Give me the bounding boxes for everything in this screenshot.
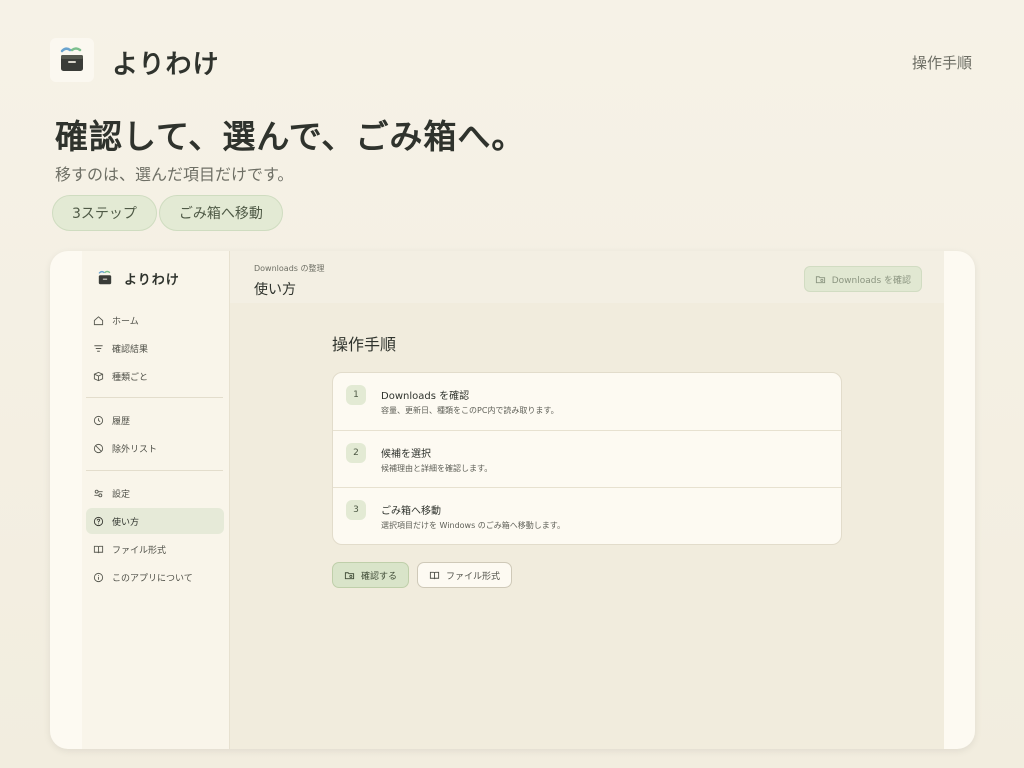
sidebar-item-label: 確認結果 (112, 344, 149, 355)
step-title: Downloads を確認 (381, 391, 470, 402)
breadcrumb: Downloads の整理 (254, 264, 325, 273)
sidebar-group-main: ホーム 確認結果 種類ごと (86, 307, 224, 391)
confirm-button-label: 確認する (361, 571, 398, 582)
history-icon (93, 415, 104, 425)
sidebar-brand-name: よりわけ (124, 272, 180, 288)
sidebar-group-history: 履歴 除外リスト (86, 407, 224, 463)
check-downloads-label: Downloads を確認 (831, 275, 911, 286)
settings-icon (94, 489, 103, 497)
sidebar-item-label: 履歴 (112, 416, 131, 427)
nav-link-steps[interactable]: 操作手順 (912, 52, 972, 73)
ban-icon (93, 443, 104, 453)
sidebar-item-about[interactable]: このアプリについて (86, 564, 224, 590)
sidebar-item-label: 設定 (112, 489, 131, 500)
sidebar-item-home[interactable]: ホーム (86, 307, 224, 333)
sidebar: よりわけ ホーム 確認結果 種類ごと 履歴 除外リスト 設定 使い方 ファイル形… (82, 251, 230, 749)
sidebar-item-usage[interactable]: 使い方 (86, 508, 224, 534)
step-description: 選択項目だけを Windows のごみ箱へ移動します。 (381, 521, 565, 530)
step-description: 容量、更新日、種類をこのPC内で読み取ります。 (381, 406, 559, 415)
sidebar-item-label: 除外リスト (112, 444, 158, 455)
filter-icon (94, 344, 103, 352)
hero-title: 確認して、選んで、ごみ箱へ。 (55, 117, 526, 156)
folder-logo-icon (60, 47, 83, 71)
action-buttons: 確認する ファイル形式 (332, 562, 513, 588)
step-title: ごみ箱へ移動 (381, 506, 441, 517)
sidebar-item-label: 使い方 (112, 517, 140, 528)
box-icon (93, 371, 104, 381)
pill-three-steps: 3ステップ (52, 195, 157, 231)
file-types-button-label: ファイル形式 (446, 571, 501, 582)
book-icon (429, 571, 440, 579)
step-number: 2 (346, 442, 366, 463)
feature-pills: 3ステップ ごみ箱へ移動 (52, 195, 283, 231)
brand-name: よりわけ (112, 50, 220, 80)
step-item: 1 Downloads を確認 容量、更新日、種類をこのPC内で読み取ります。 (333, 373, 841, 431)
book-icon (93, 545, 104, 553)
sidebar-divider (86, 397, 223, 398)
pill-move-to-trash: ごみ箱へ移動 (158, 195, 283, 231)
sidebar-item-label: 種類ごと (112, 372, 149, 383)
sidebar-item-label: ファイル形式 (112, 545, 167, 556)
hero-subtitle: 移すのは、選んだ項目だけです。 (55, 165, 294, 184)
help-icon (93, 516, 104, 526)
sidebar-item-label: ホーム (112, 316, 139, 327)
check-downloads-button[interactable]: Downloads を確認 (803, 266, 922, 292)
section-title: 操作手順 (332, 335, 397, 354)
sidebar-group-settings: 設定 使い方 ファイル形式 このアプリについて (86, 480, 224, 592)
step-item: 2 候補を選択 候補理由と詳細を確認します。 (333, 431, 841, 488)
sidebar-brand: よりわけ (96, 269, 180, 288)
step-description: 候補理由と詳細を確認します。 (381, 463, 493, 473)
sidebar-item-by-type[interactable]: 種類ごと (86, 363, 224, 389)
home-icon (93, 315, 104, 325)
step-number: 1 (346, 385, 366, 405)
sidebar-item-label: このアプリについて (112, 573, 193, 584)
sidebar-item-exclusions[interactable]: 除外リスト (86, 435, 224, 461)
app-inner: よりわけ ホーム 確認結果 種類ごと 履歴 除外リスト 設定 使い方 ファイル形… (82, 251, 944, 749)
step-item: 3 ごみ箱へ移動 選択項目だけを Windows のごみ箱へ移動します。 (333, 488, 841, 544)
site-header: よりわけ 操作手順 (50, 38, 972, 82)
sidebar-divider (86, 470, 223, 471)
step-title: 候補を選択 (381, 448, 431, 460)
info-icon (93, 572, 104, 582)
sidebar-item-file-types[interactable]: ファイル形式 (86, 536, 224, 562)
confirm-button[interactable]: 確認する (332, 562, 410, 588)
page-title: 使い方 (254, 282, 296, 298)
step-number: 3 (346, 500, 366, 520)
app-logo (50, 38, 94, 82)
folder-search-icon (815, 275, 825, 283)
folder-logo-icon (98, 270, 112, 285)
file-types-button[interactable]: ファイル形式 (417, 562, 513, 588)
sidebar-item-settings[interactable]: 設定 (86, 480, 224, 506)
steps-card: 1 Downloads を確認 容量、更新日、種類をこのPC内で読み取ります。 … (332, 372, 842, 545)
main-header: Downloads の整理 使い方 Downloads を確認 (230, 251, 944, 303)
sidebar-item-results[interactable]: 確認結果 (86, 335, 224, 361)
folder-search-icon (344, 571, 355, 579)
sidebar-item-history[interactable]: 履歴 (86, 407, 224, 433)
app-window: よりわけ ホーム 確認結果 種類ごと 履歴 除外リスト 設定 使い方 ファイル形… (50, 251, 975, 749)
main-content: Downloads の整理 使い方 Downloads を確認 操作手順 1 D… (230, 251, 944, 749)
